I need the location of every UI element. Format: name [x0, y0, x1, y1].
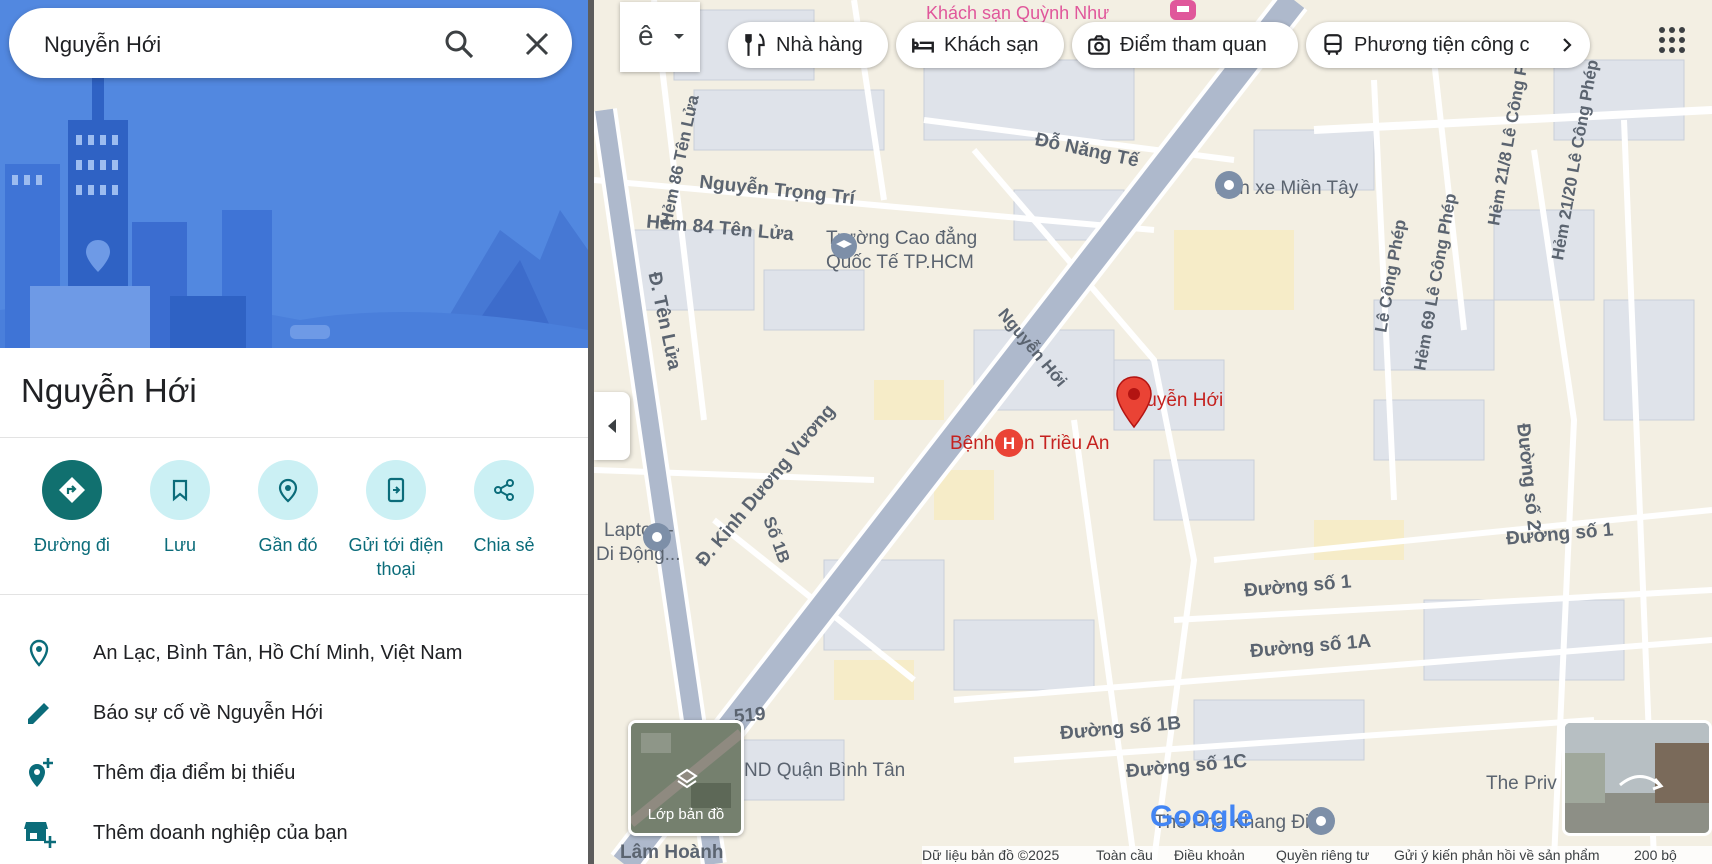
- action-bar: Đường đi Lưu Gần đó Gửi tới điện thoại C…: [0, 458, 588, 588]
- hotel-icon: [912, 38, 934, 53]
- input-tools-button[interactable]: ê: [620, 2, 700, 72]
- send-circle: [366, 460, 426, 520]
- chevron-down-icon[interactable]: [672, 32, 686, 42]
- place-pin-icon[interactable]: [1114, 375, 1154, 431]
- close-icon[interactable]: [521, 28, 553, 60]
- chip-label: Phương tiện công c: [1354, 33, 1530, 56]
- school-icon[interactable]: [830, 232, 858, 260]
- action-label: Gần đó: [258, 535, 318, 555]
- action-label: Đường đi: [34, 535, 110, 555]
- add-business-icon: [24, 822, 56, 848]
- apps-grid-icon[interactable]: [1652, 20, 1692, 60]
- nearby-button[interactable]: Gần đó: [233, 458, 343, 588]
- save-button[interactable]: Lưu: [125, 458, 235, 588]
- bus-station-icon[interactable]: [1214, 170, 1244, 200]
- directions-button[interactable]: Đường đi: [17, 458, 127, 588]
- chevron-left-icon: [608, 419, 616, 433]
- restaurant-icon: [745, 33, 765, 56]
- share-circle: [474, 460, 534, 520]
- divider: [0, 437, 588, 438]
- footer-privacy[interactable]: Quyền riêng tư: [1276, 847, 1369, 863]
- pencil-icon: [28, 703, 49, 724]
- street-view-thumbnail[interactable]: [1562, 720, 1712, 836]
- send-to-phone-icon: [387, 477, 405, 503]
- chip-attractions[interactable]: Điểm tham quan: [1072, 22, 1298, 68]
- footer-terms[interactable]: Điều khoản: [1174, 847, 1245, 863]
- address-row[interactable]: An Lạc, Bình Tân, Hồ Chí Minh, Việt Nam: [0, 628, 588, 678]
- footer-map-data[interactable]: Dữ liệu bản đồ ©2025: [922, 847, 1059, 863]
- svg-text:H: H: [1003, 434, 1015, 453]
- add-place-icon: [29, 758, 53, 787]
- hospital-icon[interactable]: H: [994, 428, 1024, 458]
- chip-hotels[interactable]: Khách sạn: [896, 22, 1064, 68]
- bookmark-icon: [172, 479, 188, 502]
- layers-label: Lớp bản đồ: [647, 806, 725, 823]
- share-icon: [494, 479, 514, 501]
- input-tools-glyph: ê: [638, 20, 654, 51]
- place-title: Nguyễn Hới: [21, 372, 197, 409]
- search-input[interactable]: Nguyễn Hới: [44, 32, 161, 58]
- google-logo: Google: [1150, 800, 1253, 834]
- laptop-marker-icon[interactable]: [642, 522, 672, 552]
- search-box[interactable]: Nguyễn Hới: [9, 8, 572, 78]
- chevron-right-icon[interactable]: [1558, 36, 1576, 54]
- map-label-the-priv[interactable]: The Priv: [1486, 773, 1557, 795]
- nearby-icon: [278, 478, 298, 503]
- chip-label: Điểm tham quan: [1120, 33, 1267, 56]
- map-canvas[interactable]: Khách sạn Quỳnh Như Đỗ Năng Tế Bến xe Mi…: [594, 0, 1712, 864]
- hotel-marker-icon[interactable]: [1168, 0, 1198, 24]
- add-business-text: Thêm doanh nghiệp của bạn: [93, 822, 348, 844]
- save-circle: [150, 460, 210, 520]
- chip-restaurants[interactable]: Nhà hàng: [728, 22, 888, 68]
- directions-icon: [59, 477, 85, 503]
- action-label: Gửi tới điện thoại: [348, 535, 444, 579]
- search-icon[interactable]: [441, 26, 477, 62]
- share-button[interactable]: Chia sẻ: [449, 458, 559, 588]
- layers-icon: [676, 768, 698, 789]
- collapse-panel-button[interactable]: [594, 392, 630, 460]
- khang-dien-marker-icon[interactable]: [1306, 806, 1336, 836]
- report-issue-text: Báo sự cố về Nguyễn Hới: [93, 702, 323, 724]
- chip-label: Nhà hàng: [776, 33, 863, 56]
- chip-transit[interactable]: Phương tiện công c: [1306, 22, 1590, 68]
- directions-circle: [42, 460, 102, 520]
- report-issue-row[interactable]: Báo sự cố về Nguyễn Hới: [0, 688, 588, 738]
- map-footer: Dữ liệu bản đồ ©2025 Toàn cầu Điều khoản…: [922, 846, 1712, 864]
- map-label-nd-binh-tan[interactable]: ND Quận Bình Tân: [744, 760, 905, 782]
- nearby-circle: [258, 460, 318, 520]
- map-label-benh-vien[interactable]: Bệnh viện Triều An: [950, 433, 1110, 455]
- add-missing-place-row[interactable]: Thêm địa điểm bị thiếu: [0, 748, 588, 798]
- location-pin-icon: [29, 639, 49, 667]
- side-panel: Nguyễn Hới Nguyễn Hới Đường đi Lưu Gần đ…: [0, 0, 588, 864]
- chip-label: Khách sạn: [944, 33, 1039, 56]
- action-label: Chia sẻ: [473, 535, 535, 555]
- address-text: An Lạc, Bình Tân, Hồ Chí Minh, Việt Nam: [93, 642, 463, 664]
- camera-icon: [1088, 35, 1110, 55]
- footer-global[interactable]: Toàn cầu: [1096, 847, 1153, 863]
- action-label: Lưu: [163, 535, 197, 555]
- google-logo-text: Google: [1150, 800, 1254, 833]
- add-business-row[interactable]: Thêm doanh nghiệp của bạn: [0, 808, 588, 858]
- layers-button[interactable]: Lớp bản đồ: [628, 720, 744, 836]
- footer-scale[interactable]: 200 bộ: [1634, 847, 1677, 863]
- transit-icon: [1324, 34, 1342, 56]
- divider: [0, 594, 588, 595]
- footer-feedback[interactable]: Gửi ý kiến phản hồi về sản phẩm: [1394, 847, 1600, 863]
- add-missing-place-text: Thêm địa điểm bị thiếu: [93, 762, 296, 784]
- send-to-phone-button[interactable]: Gửi tới điện thoại: [341, 458, 451, 588]
- street-view-image: [1565, 723, 1709, 833]
- map-label-lam-hoanh: Lâm Hoành: [620, 842, 724, 863]
- map-label-hotel[interactable]: Khách sạn Quỳnh Như: [926, 3, 1109, 24]
